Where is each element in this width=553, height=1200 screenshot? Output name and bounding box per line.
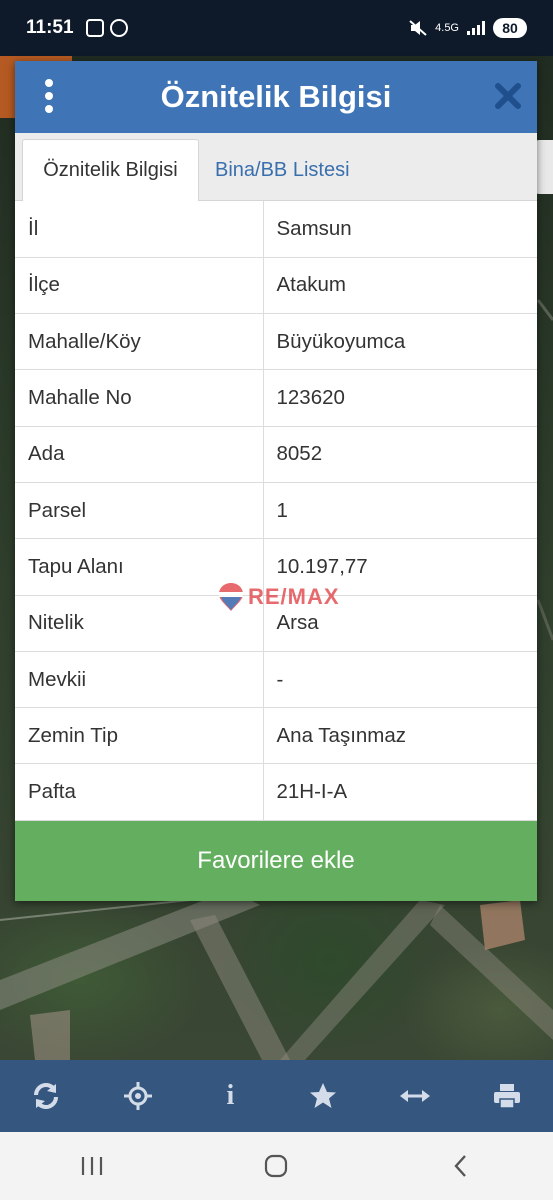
map-toolbar: i (0, 1060, 553, 1132)
refresh-icon (34, 1083, 59, 1109)
watermark-text: RE/MAX (248, 584, 340, 609)
attribute-value: Büyükoyumca (263, 313, 537, 371)
info-button[interactable]: i (206, 1072, 254, 1120)
attribute-table: İl Samsun İlçe Atakum Mahalle/Köy Büyüko… (15, 201, 537, 821)
attribute-value: 8052 (263, 426, 537, 483)
network-type: 4.5G (435, 22, 459, 34)
locate-icon (124, 1082, 153, 1110)
more-options-icon[interactable] (43, 79, 55, 113)
print-icon (493, 1084, 520, 1109)
attribute-key: Mevkii (15, 651, 264, 709)
favorites-button[interactable] (299, 1072, 347, 1120)
attribute-key: İl (15, 201, 264, 258)
tab-strip: Öznitelik Bilgisi Bina/BB Listesi (15, 133, 537, 201)
attribute-key: Mahalle/Köy (15, 313, 264, 371)
battery-indicator: 80 (493, 18, 527, 38)
status-bar: 11:51 4.5G 80 (0, 0, 553, 56)
measure-icon (399, 1090, 430, 1102)
refresh-button[interactable] (22, 1072, 70, 1120)
table-row: Zemin Tip Ana Taşınmaz (15, 707, 537, 765)
mute-icon (409, 20, 427, 36)
dialog-title: Öznitelik Bilgisi (160, 79, 392, 114)
add-to-favorites-button[interactable]: Favorilere ekle (15, 821, 537, 901)
attribute-key: Ada (15, 426, 264, 483)
recent-apps-button[interactable] (62, 1142, 122, 1190)
attribute-value: 1 (263, 482, 537, 540)
status-time: 11:51 (26, 17, 74, 38)
attribute-value: 21H-I-A (263, 763, 537, 821)
attribute-key: Pafta (15, 763, 264, 821)
attribute-value: Ana Taşınmaz (263, 707, 537, 765)
print-button[interactable] (483, 1072, 531, 1120)
attribute-value: 123620 (263, 369, 537, 427)
back-icon (454, 1155, 466, 1177)
table-row: Mahalle No 123620 (15, 369, 537, 427)
attribute-key: Zemin Tip (15, 707, 264, 765)
locate-button[interactable] (114, 1072, 162, 1120)
measure-button[interactable] (391, 1072, 439, 1120)
dialog-header: Öznitelik Bilgisi (15, 61, 537, 133)
attribute-key: Mahalle No (15, 369, 264, 427)
table-row: Parsel 1 (15, 482, 537, 540)
system-nav-bar (0, 1132, 553, 1200)
table-row: Pafta 21H-I-A (15, 763, 537, 821)
star-icon (309, 1083, 336, 1108)
home-button[interactable] (246, 1142, 306, 1190)
tab-building-list[interactable]: Bina/BB Listesi (215, 139, 350, 201)
table-row: İl Samsun (15, 201, 537, 258)
tab-attribute-info[interactable]: Öznitelik Bilgisi (22, 139, 199, 201)
attribute-key: İlçe (15, 257, 264, 315)
whatsapp-notification-icon (109, 19, 128, 37)
balloon-logo-icon (219, 583, 243, 611)
map-side-control[interactable] (535, 140, 553, 194)
home-icon (265, 1154, 288, 1178)
attribute-value: Samsun (263, 201, 537, 258)
attribute-value: - (263, 651, 537, 709)
attribute-dialog: Öznitelik Bilgisi Öznitelik Bilgisi Bina… (15, 61, 537, 901)
table-row: Mahalle/Köy Büyükoyumca (15, 313, 537, 371)
info-icon: i (226, 1080, 235, 1111)
back-button[interactable] (431, 1142, 491, 1190)
recent-apps-icon (82, 1157, 103, 1175)
attribute-key: Parsel (15, 482, 264, 540)
table-row: Ada 8052 (15, 426, 537, 483)
table-row: İlçe Atakum (15, 257, 537, 315)
screenshot-notification-icon (85, 19, 104, 37)
close-icon[interactable] (493, 81, 523, 111)
attribute-value: Atakum (263, 257, 537, 315)
signal-icon (467, 21, 485, 35)
table-row: Mevkii - (15, 651, 537, 709)
watermark: RE/MAX (218, 582, 340, 612)
